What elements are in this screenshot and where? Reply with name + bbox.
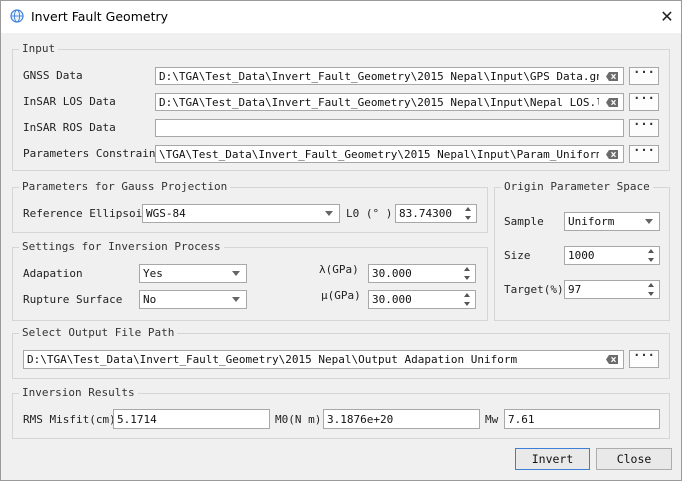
clear-icon[interactable] — [606, 150, 618, 159]
target-label: Target(%) — [504, 283, 564, 296]
inversion-settings-group: Settings for Inversion Process — [12, 240, 488, 321]
sample-value: Uniform — [568, 215, 615, 228]
clear-icon[interactable] — [606, 355, 618, 364]
clear-icon[interactable] — [606, 98, 618, 107]
ellipsoid-value: WGS-84 — [146, 207, 186, 220]
mu-label: μ(GPa) — [321, 289, 361, 302]
param-constraint-label: Parameters Constraint — [23, 147, 163, 160]
insar-los-field[interactable]: D:\TGA\Test_Data\Invert_Fault_Geometry\2… — [155, 93, 624, 111]
invert-button[interactable]: Invert — [515, 448, 590, 470]
m0-value: 3.1876e+20 — [327, 413, 394, 426]
l0-spinbox[interactable]: 83.74300 — [395, 204, 477, 223]
lambda-value: 30.000 — [372, 267, 412, 280]
rms-misfit-label: RMS Misfit(cm) — [23, 413, 116, 426]
insar-ros-field[interactable] — [155, 119, 624, 137]
param-constraint-value: \TGA\Test_Data\Invert_Fault_Geometry\201… — [159, 148, 599, 161]
adapation-label: Adapation — [23, 267, 83, 280]
spin-down-icon[interactable] — [648, 258, 654, 262]
mw-label: Mw — [485, 413, 499, 426]
insar-los-browse-button[interactable]: ··· — [629, 92, 659, 111]
size-value: 1000 — [568, 249, 595, 262]
mw-field[interactable]: 7.61 — [504, 409, 660, 429]
clear-icon[interactable] — [606, 72, 618, 81]
gnss-label: GNSS Data — [23, 69, 83, 82]
size-spinbox[interactable]: 1000 — [564, 246, 660, 265]
mu-spinbox[interactable]: 30.000 — [368, 290, 476, 309]
rms-misfit-value: 5.1714 — [117, 413, 157, 426]
gnss-browse-button[interactable]: ··· — [629, 66, 659, 85]
sample-select[interactable]: Uniform — [564, 212, 660, 231]
l0-label: L0 (° ) — [346, 207, 393, 220]
close-icon[interactable]: ✕ — [657, 7, 677, 27]
chevron-down-icon — [325, 211, 333, 216]
insar-ros-browse-button[interactable]: ··· — [629, 118, 659, 137]
output-group-title: Select Output File Path — [19, 326, 178, 340]
lambda-label: λ(GPa) — [319, 263, 359, 276]
adapation-value: Yes — [143, 267, 163, 280]
spin-down-icon[interactable] — [464, 302, 470, 306]
mw-value: 7.61 — [508, 413, 535, 426]
inversion-group-title: Settings for Inversion Process — [19, 240, 224, 254]
param-constraint-field[interactable]: \TGA\Test_Data\Invert_Fault_Geometry\201… — [155, 145, 624, 163]
ellipsoid-select[interactable]: WGS-84 — [142, 204, 340, 223]
rupture-surface-value: No — [143, 293, 157, 306]
close-button[interactable]: Close — [596, 448, 672, 470]
m0-field[interactable]: 3.1876e+20 — [323, 409, 480, 429]
gnss-data-value: D:\TGA\Test_Data\Invert_Fault_Geometry\2… — [159, 70, 599, 83]
target-spinbox[interactable]: 97 — [564, 280, 660, 299]
output-browse-button[interactable]: ··· — [629, 349, 659, 368]
mu-value: 30.000 — [372, 293, 412, 306]
m0-label: M0(N m) — [275, 413, 322, 426]
spin-up-icon[interactable] — [648, 249, 654, 253]
chevron-down-icon — [232, 271, 240, 276]
size-label: Size — [504, 249, 531, 262]
ellipsoid-label: Reference Ellipsoid — [23, 207, 149, 220]
insar-los-label: InSAR LOS Data — [23, 95, 116, 108]
insar-ros-label: InSAR ROS Data — [23, 121, 116, 134]
origin-group-title: Origin Parameter Space — [501, 180, 653, 194]
spin-up-icon[interactable] — [464, 267, 470, 271]
spin-down-icon[interactable] — [648, 292, 654, 296]
rupture-surface-label: Rupture Surface — [23, 293, 123, 306]
param-constraint-browse-button[interactable]: ··· — [629, 144, 659, 163]
chevron-down-icon — [232, 297, 240, 302]
chevron-down-icon — [645, 219, 653, 224]
output-path-value: D:\TGA\Test_Data\Invert_Fault_Geometry\2… — [27, 353, 518, 366]
globe-icon — [10, 9, 24, 23]
lambda-spinbox[interactable]: 30.000 — [368, 264, 476, 283]
spin-up-icon[interactable] — [648, 283, 654, 287]
rms-misfit-field[interactable]: 5.1714 — [113, 409, 270, 429]
gauss-group-title: Parameters for Gauss Projection — [19, 180, 231, 194]
title-bar: Invert Fault Geometry ✕ — [1, 1, 681, 33]
insar-los-value: D:\TGA\Test_Data\Invert_Fault_Geometry\2… — [159, 96, 599, 109]
gnss-data-field[interactable]: D:\TGA\Test_Data\Invert_Fault_Geometry\2… — [155, 67, 624, 85]
output-path-field[interactable]: D:\TGA\Test_Data\Invert_Fault_Geometry\2… — [23, 350, 624, 369]
results-group-title: Inversion Results — [19, 386, 138, 400]
spin-up-icon[interactable] — [464, 293, 470, 297]
l0-value: 83.74300 — [399, 207, 452, 220]
rupture-surface-select[interactable]: No — [139, 290, 247, 309]
spin-down-icon[interactable] — [465, 216, 471, 220]
target-value: 97 — [568, 283, 582, 296]
input-group-title: Input — [19, 42, 59, 56]
spin-up-icon[interactable] — [465, 207, 471, 211]
spin-down-icon[interactable] — [464, 276, 470, 280]
window-title: Invert Fault Geometry — [31, 9, 169, 24]
adapation-select[interactable]: Yes — [139, 264, 247, 283]
sample-label: Sample — [504, 215, 544, 228]
dialog-window: Invert Fault Geometry ✕ Input GNSS Data … — [0, 0, 682, 481]
